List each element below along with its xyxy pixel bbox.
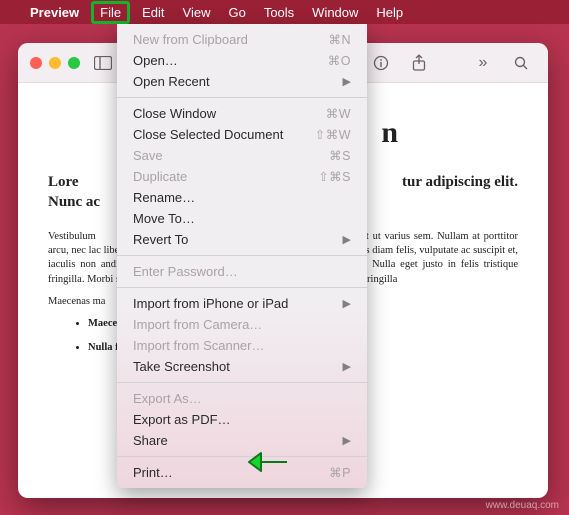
window-controls <box>30 57 80 69</box>
info-icon[interactable] <box>366 50 396 76</box>
menu-item-label: Import from Scanner… <box>133 338 351 353</box>
menu-item-share[interactable]: Share▶ <box>117 430 367 451</box>
menu-item-label: Rename… <box>133 190 351 205</box>
menu-item-label: Revert To <box>133 232 343 247</box>
menu-item-save: Save⌘S <box>117 145 367 166</box>
sidebar-toggle-icon[interactable] <box>88 50 118 76</box>
menu-separator <box>117 456 367 457</box>
menu-shortcut: ⇧⌘S <box>318 169 351 184</box>
menu-separator <box>117 382 367 383</box>
menu-item-enter-password: Enter Password… <box>117 261 367 282</box>
menu-item-label: Close Selected Document <box>133 127 315 142</box>
share-icon[interactable] <box>404 50 434 76</box>
menu-item-label: Move To… <box>133 211 351 226</box>
menu-item-label: Take Screenshot <box>133 359 343 374</box>
menu-item-import-from-camera: Import from Camera… <box>117 314 367 335</box>
menu-shortcut: ⌘N <box>328 32 351 47</box>
chevron-right-icon: ▶ <box>343 434 351 447</box>
menubar-file[interactable]: File <box>91 1 130 24</box>
menu-item-label: Export As… <box>133 391 351 406</box>
menu-item-label: Close Window <box>133 106 326 121</box>
fullscreen-window-button[interactable] <box>68 57 80 69</box>
menu-item-print[interactable]: Print…⌘P <box>117 462 367 483</box>
menu-item-import-from-iphone-or-ipad[interactable]: Import from iPhone or iPad▶ <box>117 293 367 314</box>
menu-shortcut: ⌘O <box>328 53 351 68</box>
minimize-window-button[interactable] <box>49 57 61 69</box>
menubar: Preview File Edit View Go Tools Window H… <box>0 0 569 24</box>
file-menu-dropdown: New from Clipboard⌘NOpen…⌘OOpen Recent▶C… <box>117 24 367 488</box>
annotation-arrow-icon <box>247 449 289 480</box>
chevron-right-icon: ▶ <box>343 75 351 88</box>
menu-item-revert-to[interactable]: Revert To▶ <box>117 229 367 250</box>
menu-item-export-as: Export As… <box>117 388 367 409</box>
menubar-go[interactable]: Go <box>228 5 245 20</box>
menu-item-label: Import from iPhone or iPad <box>133 296 343 311</box>
menu-separator <box>117 97 367 98</box>
chevron-right-icon: ▶ <box>343 360 351 373</box>
menubar-app[interactable]: Preview <box>30 5 79 20</box>
menubar-window[interactable]: Window <box>312 5 358 20</box>
menu-item-label: Open Recent <box>133 74 343 89</box>
menubar-edit[interactable]: Edit <box>142 5 164 20</box>
menu-item-take-screenshot[interactable]: Take Screenshot▶ <box>117 356 367 377</box>
menu-item-label: New from Clipboard <box>133 32 328 47</box>
watermark: www.deuaq.com <box>486 500 559 511</box>
menu-shortcut: ⌘P <box>329 465 351 480</box>
menubar-tools[interactable]: Tools <box>264 5 294 20</box>
menu-item-label: Import from Camera… <box>133 317 351 332</box>
menu-item-label: Duplicate <box>133 169 318 184</box>
menu-shortcut: ⌘W <box>326 106 351 121</box>
chevron-right-icon: ▶ <box>343 297 351 310</box>
menu-item-label: Export as PDF… <box>133 412 351 427</box>
menu-item-label: Save <box>133 148 329 163</box>
menu-item-rename[interactable]: Rename… <box>117 187 367 208</box>
menubar-view[interactable]: View <box>183 5 211 20</box>
menu-shortcut: ⌘S <box>329 148 351 163</box>
menu-item-duplicate: Duplicate⇧⌘S <box>117 166 367 187</box>
menu-item-label: Print… <box>133 465 329 480</box>
search-icon[interactable] <box>506 50 536 76</box>
menu-item-label: Share <box>133 433 343 448</box>
close-window-button[interactable] <box>30 57 42 69</box>
menubar-help[interactable]: Help <box>376 5 403 20</box>
chevron-right-icon: ▶ <box>343 233 351 246</box>
menu-separator <box>117 255 367 256</box>
menu-shortcut: ⇧⌘W <box>315 127 351 142</box>
menu-item-close-window[interactable]: Close Window⌘W <box>117 103 367 124</box>
overflow-icon[interactable]: » <box>468 50 498 76</box>
menu-item-close-selected-document[interactable]: Close Selected Document⇧⌘W <box>117 124 367 145</box>
menu-item-open-recent[interactable]: Open Recent▶ <box>117 71 367 92</box>
menu-item-move-to[interactable]: Move To… <box>117 208 367 229</box>
menu-item-label: Enter Password… <box>133 264 351 279</box>
menu-item-import-from-scanner: Import from Scanner… <box>117 335 367 356</box>
menu-item-open[interactable]: Open…⌘O <box>117 50 367 71</box>
menu-item-export-as-pdf[interactable]: Export as PDF… <box>117 409 367 430</box>
menu-separator <box>117 287 367 288</box>
menu-item-label: Open… <box>133 53 328 68</box>
menu-item-new-from-clipboard: New from Clipboard⌘N <box>117 29 367 50</box>
